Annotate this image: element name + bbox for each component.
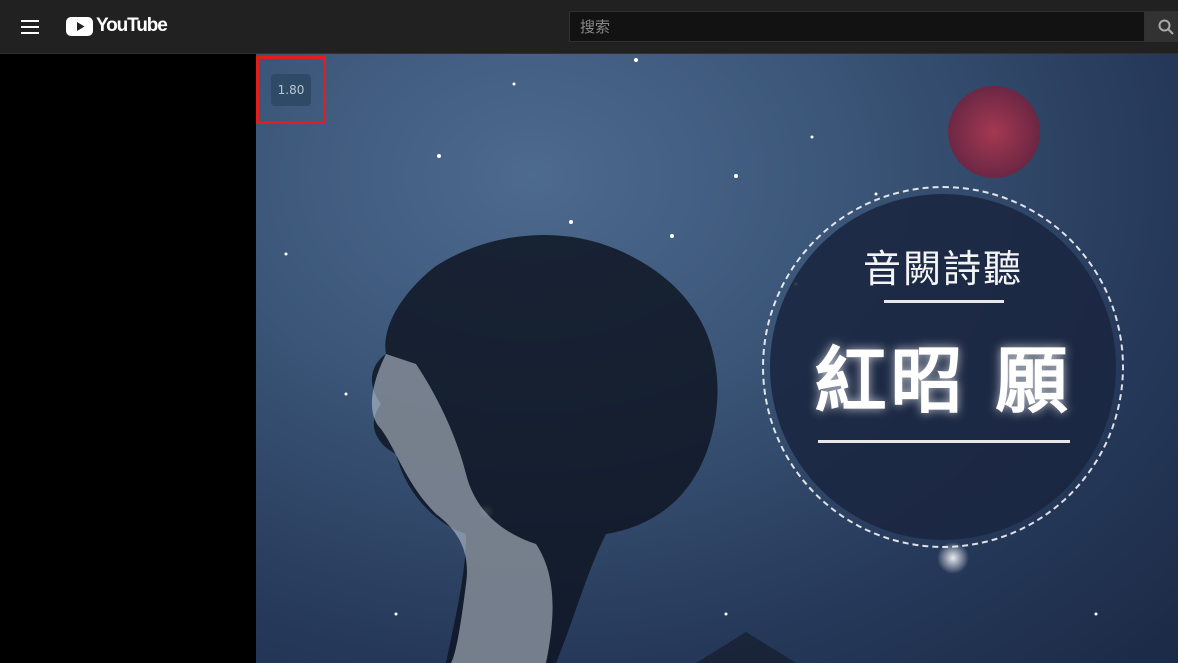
logo-text: YouTube — [96, 15, 168, 36]
search-input[interactable] — [569, 11, 1145, 42]
divider-bottom — [818, 440, 1070, 443]
player-left-letterbox — [0, 54, 256, 663]
cover-subtitle: 音闕詩聽 — [862, 247, 1023, 291]
cover-title: 紅昭 願 — [814, 338, 1072, 423]
divider-top — [884, 300, 1004, 303]
search-button[interactable] — [1144, 11, 1178, 42]
youtube-logo[interactable]: YouTube — [66, 14, 168, 38]
search-icon — [1158, 19, 1174, 35]
hamburger-menu-icon[interactable] — [14, 11, 46, 43]
youtube-play-icon — [66, 16, 93, 36]
top-bar: YouTube — [0, 0, 1178, 54]
playback-speed-badge[interactable]: 1.80 — [271, 74, 311, 106]
